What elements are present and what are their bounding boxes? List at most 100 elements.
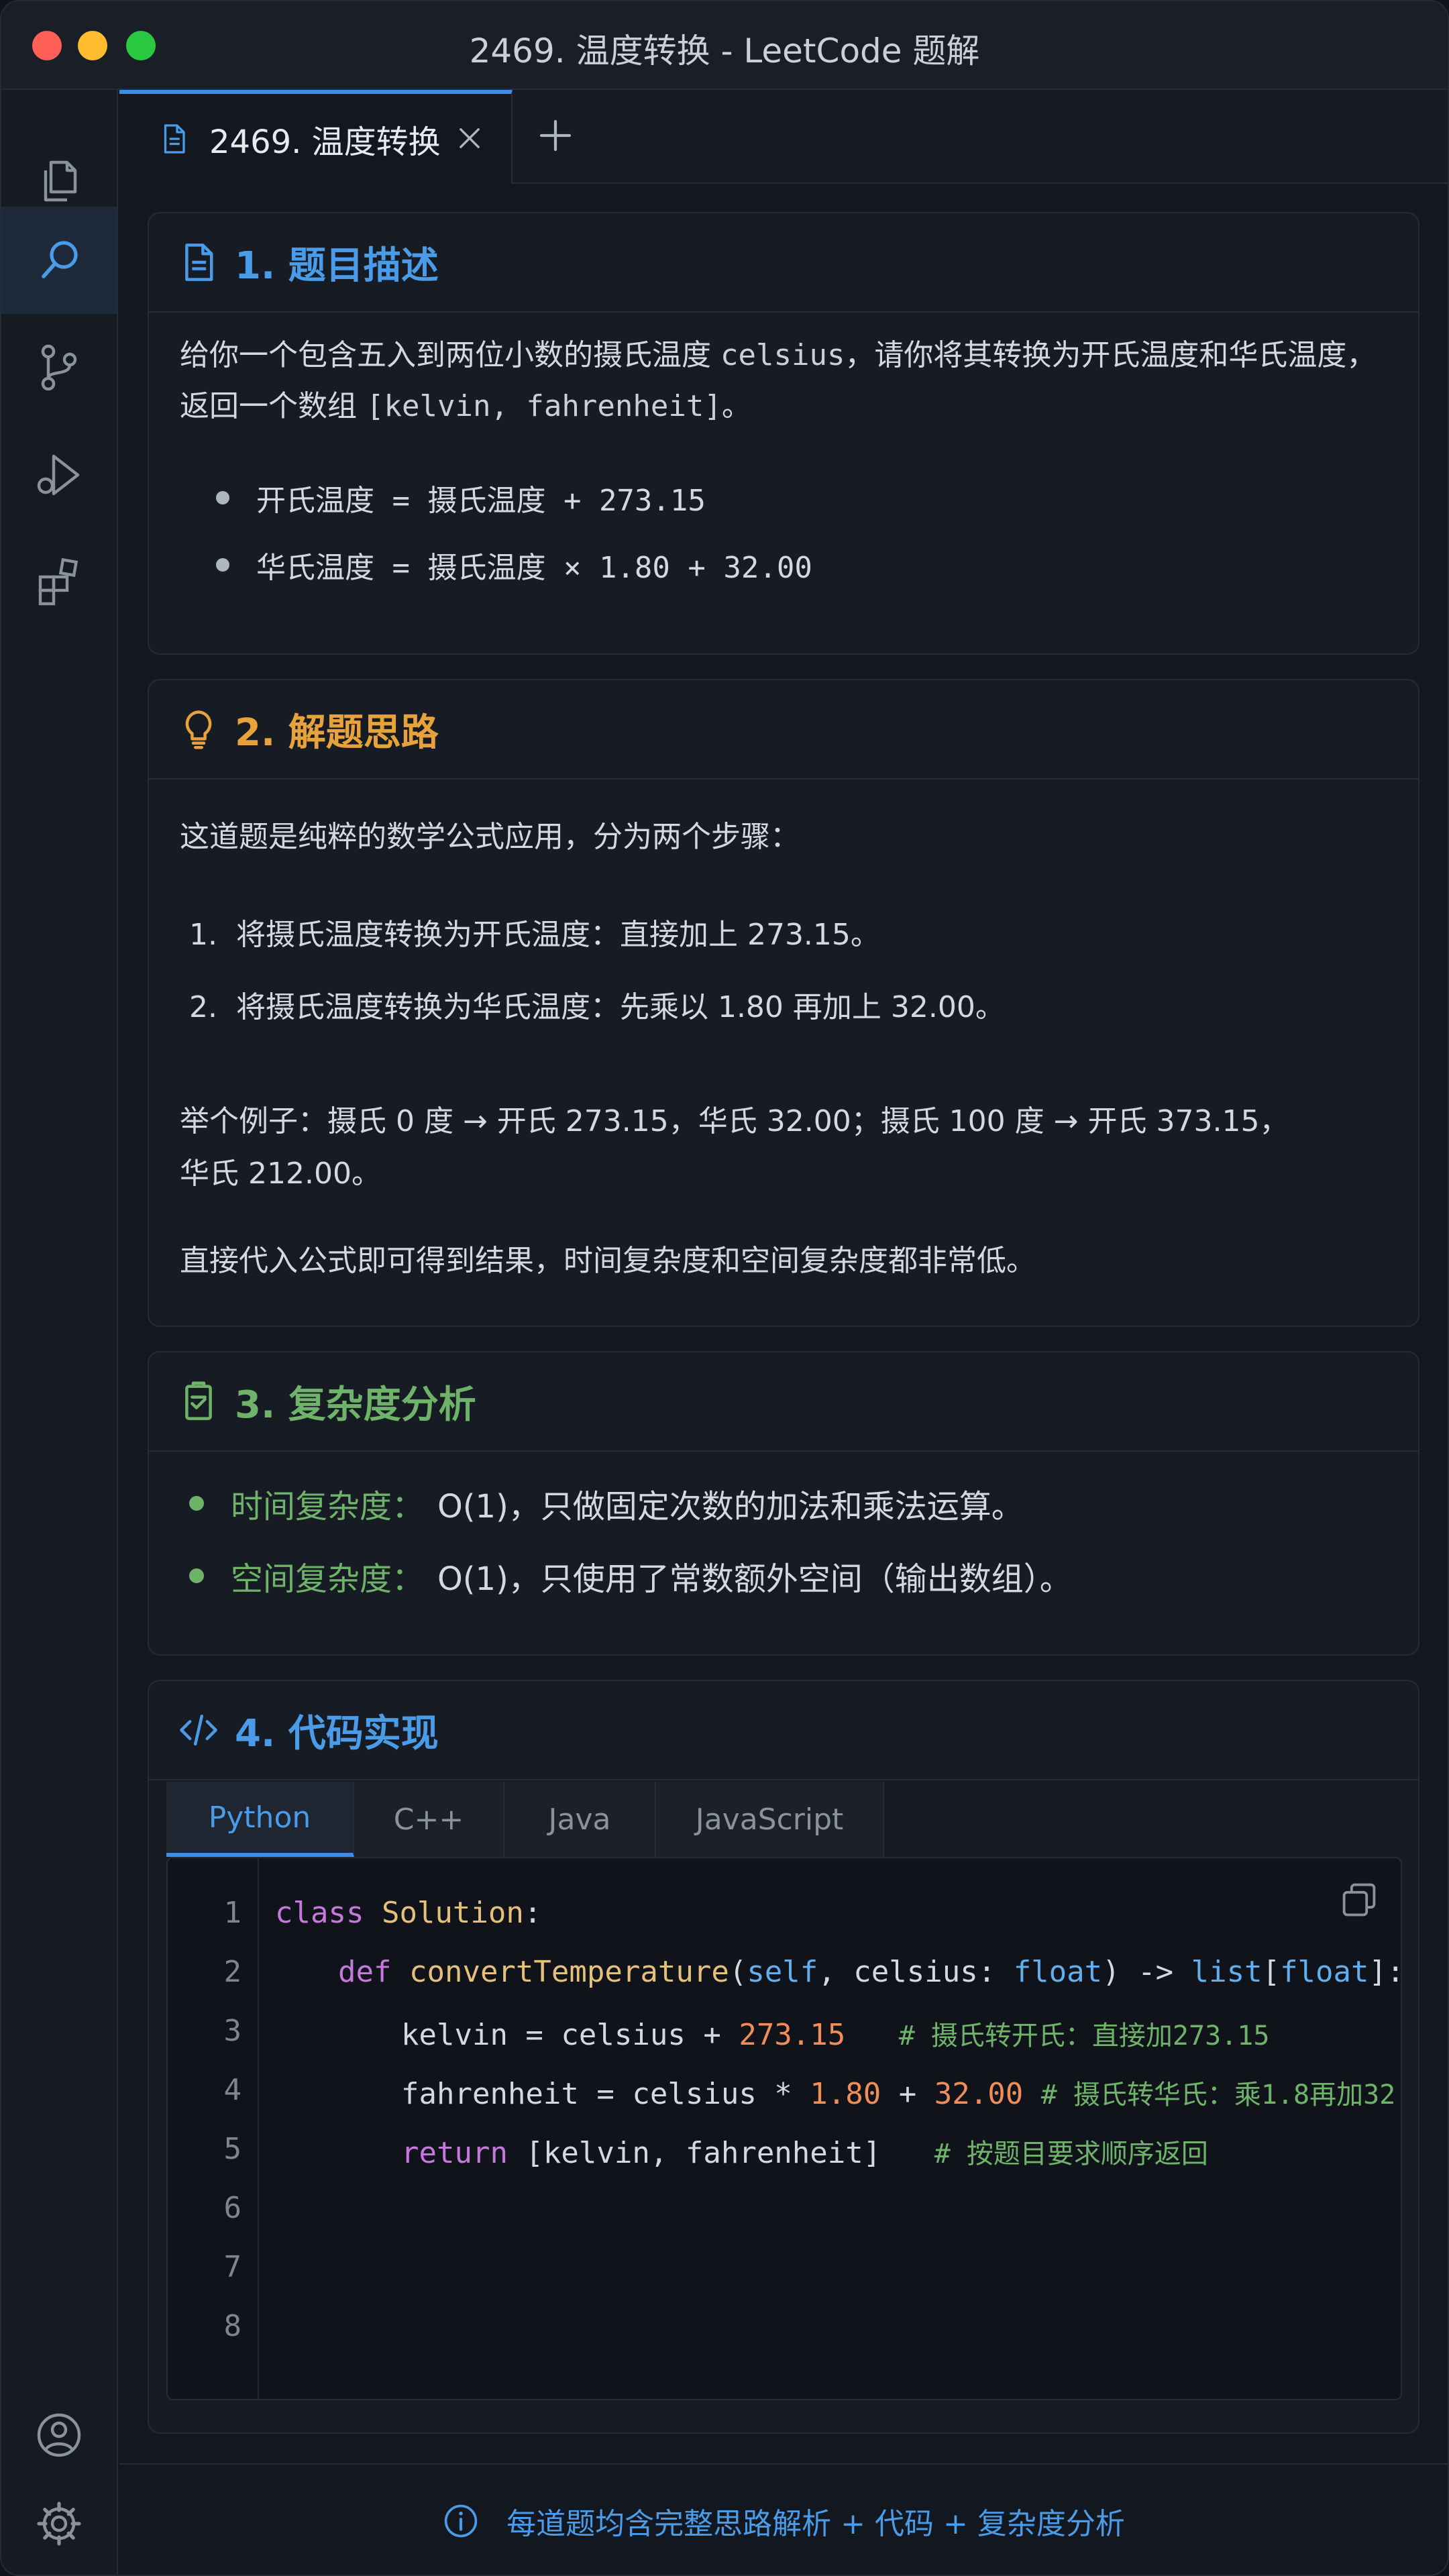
source-control-icon — [41, 344, 77, 391]
code-icon — [180, 1714, 217, 1746]
line-number: 6 — [223, 2191, 242, 2225]
code-keyword: class — [275, 1896, 364, 1930]
editor-tab[interactable]: 2469. 温度转换 — [119, 90, 513, 184]
approach-intro: 这道题是纯粹的数学公式应用，分为两个步骤： — [180, 820, 800, 854]
code-editor[interactable]: 1 2 3 4 5 6 7 8 class Solution: def conv… — [166, 1857, 1405, 2400]
bullet-dot — [189, 1568, 204, 1583]
section-title: 2. 解题思路 — [235, 710, 439, 755]
section-header: 4. 代码实现 — [149, 1681, 1418, 1780]
list-item: 2. 将摄氏温度转换为华氏温度：先乘以 1.80 再加上 32.00。 — [189, 982, 1005, 1033]
code-builtin: list — [1191, 1955, 1263, 1989]
list-item: 时间复杂度： O(1)，只做固定次数的加法和乘法运算。 — [189, 1480, 1024, 1527]
complexity-value: O(1)，只做固定次数的加法和乘法运算。 — [437, 1488, 1024, 1525]
extensions-icon — [38, 557, 78, 606]
tab-java[interactable]: Java — [504, 1782, 656, 1857]
bullet-dot — [216, 491, 229, 504]
info-icon — [444, 2504, 478, 2538]
desc-text: 返回一个数组 — [180, 389, 366, 423]
settings-button[interactable] — [1, 2470, 117, 2575]
code-comment: # 按题目要求顺序返回 — [934, 2139, 1208, 2169]
account-icon — [37, 2413, 81, 2457]
code-line: class Solution: — [275, 1896, 541, 1930]
code-line: return [kelvin, fahrenheit] # 按题目要求顺序返回 — [401, 2132, 1208, 2171]
example-line1: 举个例子：摄氏 0 度 → 开氏 273.15，华氏 32.00；摄氏 100 … — [180, 1104, 1289, 1138]
run-debug-icon — [37, 454, 80, 496]
step-text: 将摄氏温度转换为华氏温度：先乘以 1.80 再加上 32.00。 — [235, 990, 1005, 1024]
line-number: 7 — [223, 2250, 242, 2284]
code-text: : — [523, 1896, 542, 1930]
line-number: 5 — [223, 2132, 242, 2166]
app-window: 2469. 温度转换 - LeetCode 题解 2469. 温度转换 1. 题… — [0, 0, 1449, 2576]
section-problem-description: 1. 题目描述 给你一个包含五入到两位小数的摄氏温度 celsius，请你将其转… — [148, 212, 1419, 655]
code-text: ) -> — [1102, 1955, 1191, 1989]
complexity-value: O(1)，只使用了常数额外空间（输出数组）。 — [437, 1560, 1072, 1598]
tab-python[interactable]: Python — [166, 1782, 354, 1857]
code-text: + — [881, 2077, 934, 2111]
activity-bar — [1, 90, 118, 2575]
list-item: 1. 将摄氏温度转换为开氏温度：直接加上 273.15。 — [189, 910, 880, 961]
code-builtin: float — [1280, 1955, 1369, 1989]
language-tabs: Python C++ Java JavaScript — [166, 1782, 884, 1857]
bullet-text: 华氏温度 = 摄氏温度 × 1.80 + 32.00 — [256, 551, 812, 585]
editor-tab-label: 2469. 温度转换 — [209, 123, 441, 161]
title-bar: 2469. 温度转换 - LeetCode 题解 — [1, 1, 1448, 90]
desc-code: [kelvin, fahrenheit] — [366, 389, 722, 423]
code-text: fahrenheit = celsius * — [401, 2077, 810, 2111]
line-number: 2 — [223, 1955, 242, 1989]
files-icon — [44, 160, 77, 202]
complexity-label: 时间复杂度： — [231, 1488, 425, 1525]
search-icon — [42, 241, 78, 278]
code-text: ]: — [1368, 1955, 1405, 1989]
code-number: 32.00 — [934, 2077, 1024, 2111]
desc-text: ，请你将其转换为开氏温度和华氏温度， — [845, 338, 1377, 372]
desc-text: 给你一个包含五入到两位小数的摄氏温度 — [180, 338, 720, 372]
close-icon[interactable] — [455, 123, 484, 153]
code-function-name: convertTemperature — [409, 1955, 729, 1989]
code-comment: # 摄氏转开氏：直接加273.15 — [898, 2021, 1270, 2051]
run-debug-button[interactable] — [1, 421, 117, 529]
code-line: def convertTemperature(self, celsius: fl… — [338, 1955, 1405, 1989]
bullet-dot — [189, 1496, 204, 1511]
list-item: 开氏温度 = 摄氏温度 + 273.15 — [216, 476, 706, 519]
code-class-name: Solution — [381, 1896, 524, 1930]
plus-icon[interactable] — [535, 115, 576, 156]
code-text: , celsius: — [818, 1955, 1014, 1989]
code-number: 273.15 — [739, 2018, 846, 2052]
bullet-dot — [216, 558, 229, 572]
extensions-button[interactable] — [1, 529, 117, 636]
tab-javascript[interactable]: JavaScript — [656, 1782, 884, 1857]
problem-description-line2: 返回一个数组 [kelvin, fahrenheit]。 — [180, 381, 751, 432]
desc-code: celsius — [720, 338, 845, 372]
code-keyword: return — [401, 2136, 508, 2170]
complexity-label: 空间复杂度： — [231, 1560, 425, 1598]
section-code: 4. 代码实现 Python C++ Java JavaScript 1 2 3… — [148, 1680, 1419, 2434]
copy-icon[interactable] — [1338, 1878, 1381, 1921]
document-icon — [185, 244, 213, 281]
bullet-text: 开氏温度 = 摄氏温度 + 273.15 — [256, 484, 706, 518]
list-item: 华氏温度 = 摄氏温度 × 1.80 + 32.00 — [216, 543, 812, 586]
approach-conclusion: 直接代入公式即可得到结果，时间复杂度和空间复杂度都非常低。 — [180, 1244, 1036, 1278]
list-item: 空间复杂度： O(1)，只使用了常数额外空间（输出数组）。 — [189, 1552, 1072, 1599]
code-builtin: float — [1013, 1955, 1103, 1989]
code-keyword: def — [338, 1955, 392, 1989]
code-builtin: self — [747, 1955, 818, 1989]
source-control-button[interactable] — [1, 314, 117, 421]
editor-tab-strip: 2469. 温度转换 — [119, 90, 1448, 184]
step-number: 1. — [189, 918, 217, 952]
section-header: 3. 复杂度分析 — [149, 1352, 1418, 1452]
desc-text: 。 — [721, 389, 751, 423]
lightbulb-icon — [185, 710, 212, 749]
code-comment: # 摄氏转华氏：乘1.8再加32 — [1040, 2080, 1396, 2110]
search-button[interactable] — [1, 207, 117, 314]
settings-icon — [37, 2502, 81, 2546]
section-complexity: 3. 复杂度分析 时间复杂度： O(1)，只做固定次数的加法和乘法运算。 空间复… — [148, 1351, 1419, 1656]
code-line: fahrenheit = celsius * 1.80 + 32.00 # 摄氏… — [401, 2073, 1395, 2112]
line-number: 8 — [223, 2309, 242, 2343]
code-text: [ — [1262, 1955, 1281, 1989]
line-number: 4 — [223, 2073, 242, 2107]
section-title: 4. 代码实现 — [235, 1711, 439, 1756]
section-header: 1. 题目描述 — [149, 213, 1418, 313]
problem-description-line1: 给你一个包含五入到两位小数的摄氏温度 celsius，请你将其转换为开氏温度和华… — [180, 330, 1376, 381]
line-number-gutter: 1 2 3 4 5 6 7 8 — [168, 1858, 259, 2399]
tab-cpp[interactable]: C++ — [354, 1782, 504, 1857]
